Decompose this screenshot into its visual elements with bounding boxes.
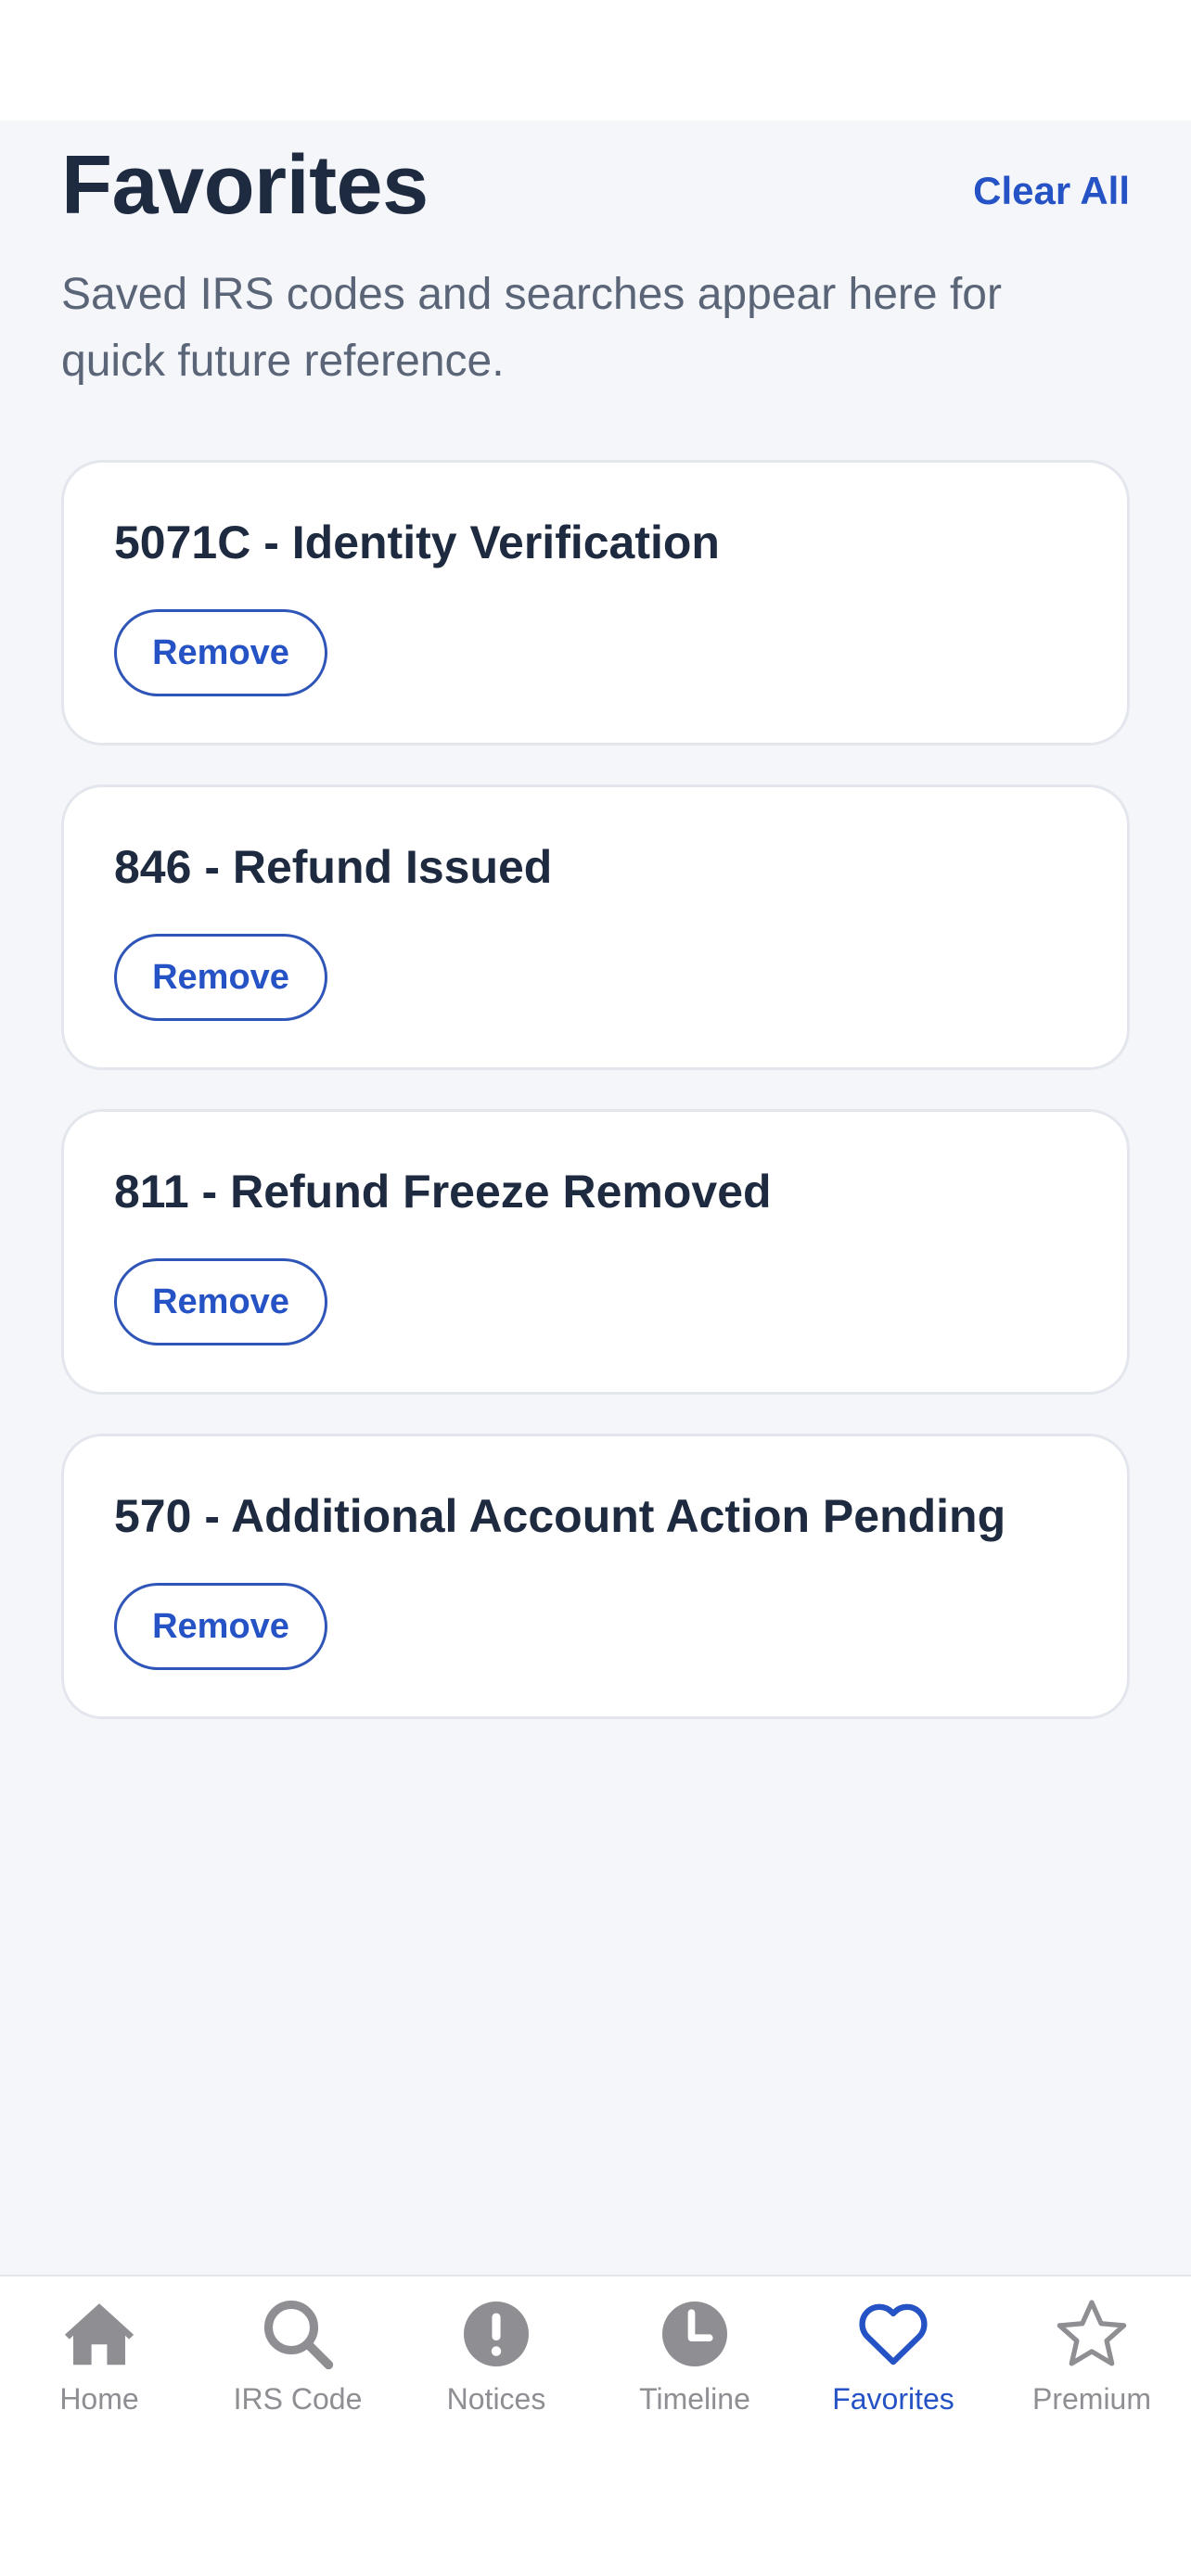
page-title: Favorites xyxy=(61,139,429,232)
favorites-list: 5071C - Identity Verification Remove 846… xyxy=(61,460,1130,1758)
search-icon xyxy=(263,2300,334,2370)
favorite-card: 5071C - Identity Verification Remove xyxy=(61,460,1130,746)
star-icon xyxy=(1057,2300,1127,2366)
clock-icon xyxy=(662,2302,727,2366)
tab-label: Premium xyxy=(1031,2382,1151,2416)
tab-premium[interactable]: Premium xyxy=(992,2295,1191,2434)
tab-favorites[interactable]: Favorites xyxy=(794,2295,992,2434)
favorite-card: 846 - Refund Issued Remove xyxy=(61,784,1130,1070)
heart-icon xyxy=(859,2303,928,2366)
status-bar-area xyxy=(0,0,1191,121)
favorite-title[interactable]: 570 - Additional Account Action Pending xyxy=(114,1488,1005,1544)
clear-all-button[interactable]: Clear All xyxy=(973,169,1130,213)
home-icon xyxy=(64,2303,134,2366)
remove-favorite-button[interactable]: Remove xyxy=(114,609,327,696)
tab-home[interactable]: Home xyxy=(0,2295,198,2434)
favorite-title[interactable]: 5071C - Identity Verification xyxy=(114,515,720,570)
favorite-title[interactable]: 811 - Refund Freeze Removed xyxy=(114,1164,772,1219)
tab-label: Home xyxy=(59,2382,139,2416)
tab-label: IRS Code xyxy=(233,2382,363,2416)
favorites-screen: Favorites Clear All Saved IRS codes and … xyxy=(0,121,1191,2275)
remove-favorite-button[interactable]: Remove xyxy=(114,934,327,1021)
bottom-tab-bar: Home IRS Code Notices Timeline Favorites xyxy=(0,2275,1191,2576)
page-subtitle: Saved IRS codes and searches appear here… xyxy=(61,270,1002,386)
tab-irs-code[interactable]: IRS Code xyxy=(198,2295,397,2434)
favorite-card: 570 - Additional Account Action Pending … xyxy=(61,1434,1130,1719)
remove-favorite-button[interactable]: Remove xyxy=(114,1583,327,1670)
tab-label: Timeline xyxy=(639,2382,750,2416)
tab-notices[interactable]: Notices xyxy=(397,2295,596,2434)
tab-label: Notices xyxy=(446,2382,546,2416)
tab-timeline[interactable]: Timeline xyxy=(596,2295,794,2434)
favorite-card: 811 - Refund Freeze Removed Remove xyxy=(61,1109,1130,1395)
tab-label: Favorites xyxy=(832,2382,954,2416)
alert-icon xyxy=(464,2302,529,2366)
favorite-title[interactable]: 846 - Refund Issued xyxy=(114,839,552,895)
remove-favorite-button[interactable]: Remove xyxy=(114,1258,327,1345)
